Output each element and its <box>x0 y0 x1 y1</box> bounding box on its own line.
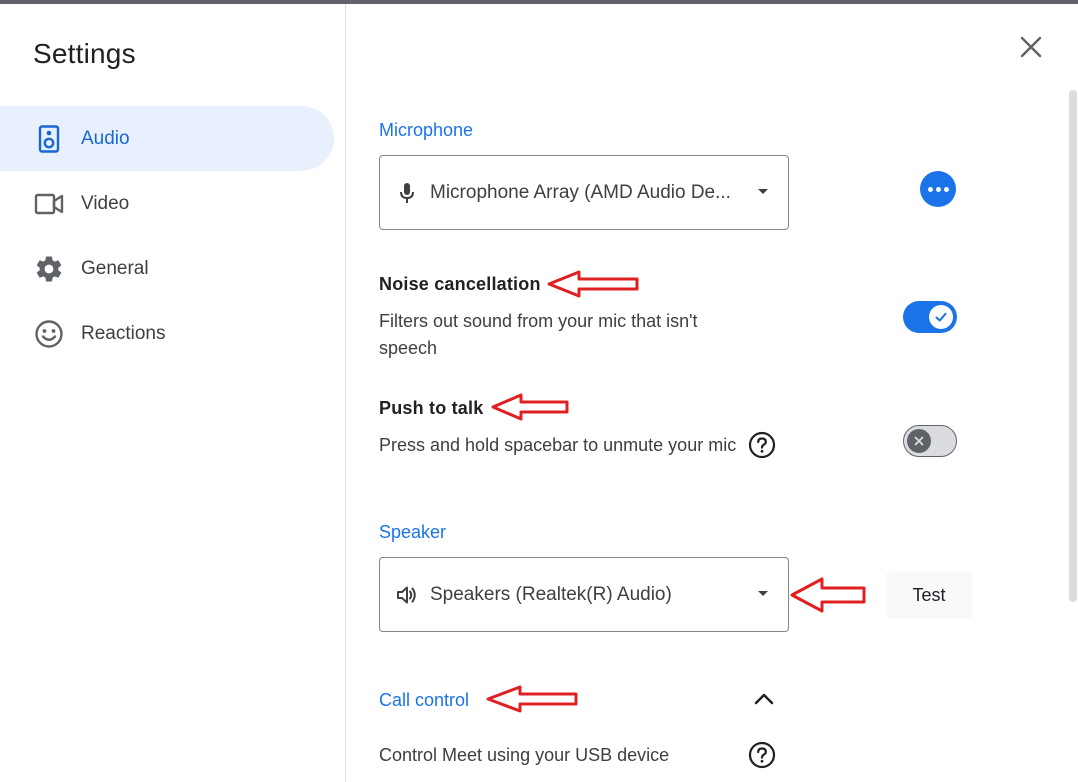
settings-sidebar: Settings Audio <box>0 4 346 782</box>
sidebar-item-general[interactable]: General <box>0 236 334 301</box>
annotation-arrow-icon <box>545 266 641 302</box>
x-icon <box>907 429 931 453</box>
call-control-collapse-button[interactable] <box>749 686 779 716</box>
microphone-section-title: Microphone <box>379 120 473 141</box>
microphone-select-value: Microphone Array (AMD Audio De... <box>430 182 750 204</box>
microphone-more-options-button[interactable] <box>920 171 956 207</box>
more-horiz-icon <box>926 187 950 192</box>
volume-icon <box>396 584 418 606</box>
call-control-section-title: Call control <box>379 690 469 711</box>
speaker-select[interactable]: Speakers (Realtek(R) Audio) <box>379 557 789 632</box>
noise-cancellation-title: Noise cancellation <box>379 274 541 295</box>
push-to-talk-title: Push to talk <box>379 398 483 419</box>
sidebar-item-reactions[interactable]: Reactions <box>0 301 334 366</box>
push-to-talk-help-icon[interactable] <box>747 430 777 460</box>
chevron-up-icon <box>754 692 774 711</box>
settings-title: Settings <box>33 38 136 70</box>
speaker-select-value: Speakers (Realtek(R) Audio) <box>430 584 750 606</box>
sidebar-item-label: Audio <box>81 128 130 150</box>
audio-settings-panel: Microphone Microphone Array (AMD Audio D… <box>379 4 1029 782</box>
smiley-icon <box>33 318 65 350</box>
call-control-description: Control Meet using your USB device <box>379 742 799 769</box>
speaker-test-button[interactable]: Test <box>886 571 972 619</box>
sidebar-item-label: Video <box>81 193 129 215</box>
chevron-down-icon <box>758 591 768 596</box>
videocam-icon <box>33 188 65 220</box>
push-to-talk-toggle[interactable] <box>903 425 957 457</box>
call-control-help-icon[interactable] <box>747 740 777 770</box>
annotation-arrow-icon <box>489 389 571 425</box>
sidebar-item-audio[interactable]: Audio <box>0 106 334 171</box>
scrollbar[interactable] <box>1069 90 1077 602</box>
speaker-section-title: Speaker <box>379 522 446 543</box>
speaker-device-icon <box>33 123 65 155</box>
noise-cancellation-description: Filters out sound from your mic that isn… <box>379 308 739 362</box>
gear-icon <box>33 253 65 285</box>
push-to-talk-description: Press and hold spacebar to unmute your m… <box>379 432 739 459</box>
check-icon <box>929 305 953 329</box>
chevron-down-icon <box>758 189 768 194</box>
noise-cancellation-toggle[interactable] <box>903 301 957 333</box>
sidebar-item-video[interactable]: Video <box>0 171 334 236</box>
sidebar-item-label: Reactions <box>81 323 166 345</box>
mic-icon <box>396 182 418 204</box>
settings-dialog: Settings Audio <box>0 4 1078 782</box>
annotation-arrow-icon <box>484 681 580 717</box>
annotation-arrow-icon <box>788 573 868 617</box>
sidebar-item-label: General <box>81 258 149 280</box>
settings-nav: Audio Video General <box>0 106 334 366</box>
microphone-select[interactable]: Microphone Array (AMD Audio De... <box>379 155 789 230</box>
